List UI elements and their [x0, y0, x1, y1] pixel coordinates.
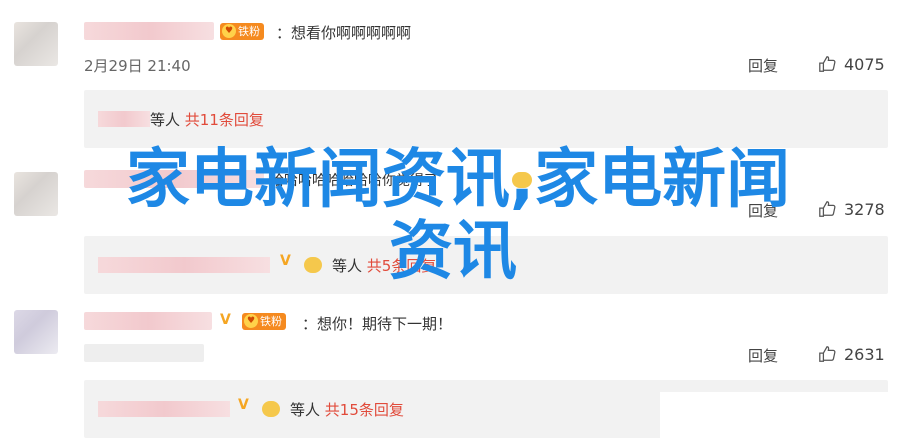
like-count: 2631 [844, 345, 885, 364]
view-replies-link[interactable]: 共11条回复 [185, 111, 264, 129]
reply-username[interactable] [98, 111, 150, 127]
fan-icon: ♥ [222, 24, 236, 38]
fan-badge: ♥ 铁粉 [242, 313, 286, 330]
verified-icon: V [220, 312, 231, 328]
like-count: 3278 [844, 200, 885, 219]
thumbs-up-icon [819, 201, 836, 217]
username[interactable] [84, 312, 212, 330]
reply-summary: 等人 共5条回复 [332, 257, 437, 275]
thumbs-up-icon [819, 56, 836, 72]
username[interactable] [84, 170, 264, 188]
fan-medal-icon [304, 257, 322, 273]
avatar[interactable] [14, 310, 58, 354]
reply-username[interactable] [98, 257, 270, 273]
thumbs-up-icon [819, 346, 836, 362]
avatar[interactable] [14, 172, 58, 216]
avatar[interactable] [14, 22, 58, 66]
fan-medal-icon [262, 401, 280, 417]
reply-summary: 等人 共15条回复 [290, 401, 404, 419]
comment-text-blur [84, 344, 204, 362]
like-button[interactable]: 3278 [818, 200, 885, 219]
like-count: 4075 [844, 55, 885, 74]
reply-summary: 等人 共11条回复 [150, 111, 264, 129]
reply-preview: 等人 共11条回复 [84, 90, 888, 148]
occlusion-patch [660, 392, 916, 441]
reply-preview: V 等人 共5条回复 [84, 236, 888, 294]
username[interactable] [84, 22, 214, 40]
like-button[interactable]: 4075 [818, 55, 885, 74]
fan-badge: ♥ 铁粉 [220, 23, 264, 40]
reply-button[interactable]: 回复 [748, 55, 778, 76]
reply-button[interactable]: 回复 [748, 345, 778, 366]
comment-text: 哈哈哈哈哈哈哈哈你觉得了 [270, 173, 438, 189]
emoji-icon [512, 172, 532, 188]
verified-icon: V [238, 397, 249, 413]
fan-icon: ♥ [244, 314, 258, 328]
comment-text: ：想你！期待下一期！ [302, 315, 453, 333]
verified-icon: V [280, 253, 291, 269]
view-replies-link[interactable]: 共5条回复 [367, 257, 437, 275]
timestamp: 2月29日 21:40 [84, 57, 191, 75]
like-button[interactable]: 2631 [818, 345, 885, 364]
view-replies-link[interactable]: 共15条回复 [325, 401, 404, 419]
comment-text: ：想看你啊啊啊啊啊 [276, 24, 412, 42]
reply-username[interactable] [98, 401, 230, 417]
reply-button[interactable]: 回复 [748, 200, 778, 221]
